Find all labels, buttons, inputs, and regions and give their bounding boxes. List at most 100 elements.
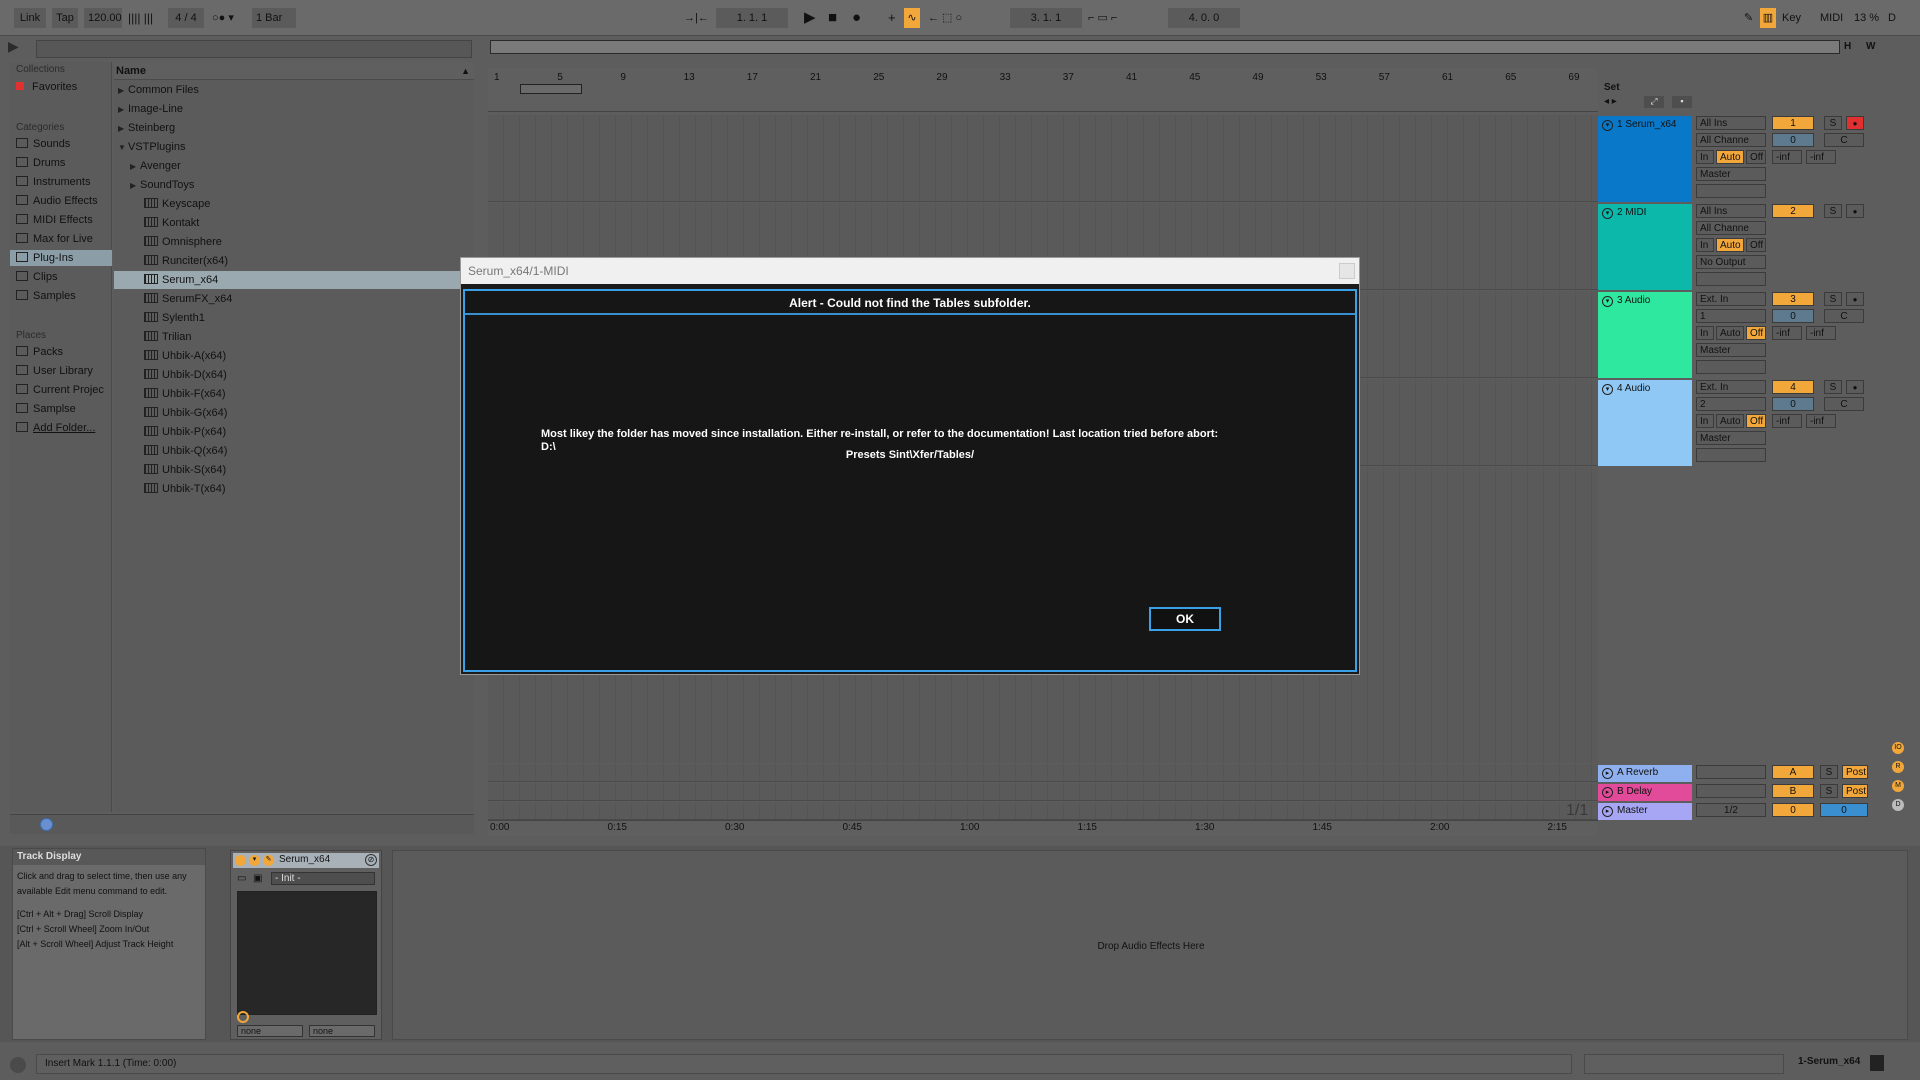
- return-activator[interactable]: B: [1772, 784, 1814, 798]
- plugin-expand-icon[interactable]: [237, 1011, 249, 1023]
- plugin-row[interactable]: Sylenth1: [114, 309, 474, 327]
- sidebar-item-plugins[interactable]: Plug-Ins: [10, 250, 112, 266]
- sidebar-item-max-for-live[interactable]: Max for Live: [16, 231, 118, 247]
- monitor-in-button[interactable]: In: [1696, 326, 1714, 340]
- track-activator[interactable]: 2: [1772, 204, 1814, 218]
- loop-start-field[interactable]: 3. 1. 1: [1010, 8, 1082, 28]
- link-button[interactable]: Link: [14, 8, 46, 28]
- device-drop-area[interactable]: Drop Audio Effects Here: [392, 850, 1908, 1040]
- send-select[interactable]: [1696, 784, 1766, 798]
- track-fold-icon[interactable]: ▾: [1602, 296, 1613, 307]
- return-track-header[interactable]: ▸ B Delay: [1598, 784, 1692, 801]
- beat-ruler[interactable]: [488, 68, 1598, 112]
- solo-button[interactable]: S: [1820, 784, 1838, 798]
- track-lane[interactable]: [488, 115, 1598, 202]
- output-select[interactable]: Master: [1696, 167, 1766, 181]
- param-selector[interactable]: none: [237, 1025, 303, 1037]
- input-channel-select[interactable]: All Channe: [1696, 221, 1766, 235]
- w-button[interactable]: W: [1866, 38, 1882, 56]
- loop-brace[interactable]: [520, 84, 582, 94]
- track-header[interactable]: ▾ 1 Serum_x64: [1598, 116, 1692, 202]
- stop-icon[interactable]: ■: [828, 8, 837, 28]
- input-type-select[interactable]: All Ins: [1696, 204, 1766, 218]
- output-select[interactable]: No Output: [1696, 255, 1766, 269]
- track-name[interactable]: 3 Audio: [1617, 295, 1650, 306]
- track-header[interactable]: ▾ 4 Audio: [1598, 380, 1692, 466]
- monitor-off-button[interactable]: Off: [1746, 326, 1766, 340]
- plugin-row[interactable]: Omnisphere: [114, 233, 474, 251]
- save-icon[interactable]: ▣: [253, 873, 262, 884]
- return-lane[interactable]: [488, 783, 1598, 801]
- plugin-row[interactable]: Uhbik-G(x64): [114, 404, 474, 422]
- sidebar-item-audio-effects[interactable]: Audio Effects: [16, 193, 118, 209]
- track-activator[interactable]: 4: [1772, 380, 1814, 394]
- plugin-row[interactable]: SerumFX_x64: [114, 290, 474, 308]
- solo-button[interactable]: S: [1824, 380, 1842, 394]
- overdub-icon[interactable]: +: [888, 8, 896, 28]
- sidebar-item-favorites[interactable]: Favorites: [16, 79, 118, 95]
- master-activator[interactable]: 0: [1772, 803, 1814, 817]
- monitor-auto-button[interactable]: Auto: [1716, 414, 1744, 428]
- arm-button[interactable]: ●: [1846, 116, 1864, 130]
- r-toggle-icon[interactable]: R: [1892, 761, 1904, 773]
- track-activator[interactable]: 1: [1772, 116, 1814, 130]
- browser-toggle-icon[interactable]: ▶: [8, 36, 34, 56]
- track-name[interactable]: 2 MIDI: [1617, 207, 1646, 218]
- arm-button[interactable]: ●: [1846, 380, 1864, 394]
- folder-row[interactable]: ▶ Avenger: [114, 157, 474, 175]
- meter-left[interactable]: -inf: [1772, 150, 1802, 164]
- meter-right[interactable]: -inf: [1806, 326, 1836, 340]
- tap-button[interactable]: Tap: [52, 8, 78, 28]
- solo-button[interactable]: S: [1820, 765, 1838, 779]
- folder-row[interactable]: ▶ Steinberg: [114, 119, 474, 137]
- sidebar-item-instruments[interactable]: Instruments: [16, 174, 118, 190]
- preset-selector[interactable]: - Init -: [271, 872, 375, 885]
- sidebar-item-midi-effects[interactable]: MIDI Effects: [16, 212, 118, 228]
- monitor-off-button[interactable]: Off: [1746, 150, 1766, 164]
- sidebar-item-sounds[interactable]: Sounds: [16, 136, 118, 152]
- position-field[interactable]: 1. 1. 1: [716, 8, 788, 28]
- monitor-in-button[interactable]: In: [1696, 150, 1714, 164]
- output-channel-select[interactable]: [1696, 184, 1766, 198]
- track-name[interactable]: 4 Audio: [1617, 383, 1650, 394]
- sidebar-item-current-project[interactable]: Current Projec: [16, 382, 118, 398]
- pan-field[interactable]: C: [1824, 397, 1864, 411]
- pan-field[interactable]: C: [1824, 309, 1864, 323]
- track-fold-icon[interactable]: ▾: [1602, 120, 1613, 131]
- punch-in-icon[interactable]: ⌐ ▭ ⌐: [1088, 8, 1117, 28]
- arm-button[interactable]: ●: [1846, 204, 1864, 218]
- volume-field[interactable]: 0: [1772, 309, 1814, 323]
- track-header[interactable]: ▾ 2 MIDI: [1598, 204, 1692, 290]
- post-button[interactable]: Post: [1842, 784, 1868, 798]
- plugin-row[interactable]: Kontakt: [114, 214, 474, 232]
- track-fold-icon[interactable]: ▾: [1602, 384, 1613, 395]
- output-channel-select[interactable]: [1696, 448, 1766, 462]
- folder-row[interactable]: ▶ Common Files: [114, 81, 474, 99]
- meter-left[interactable]: -inf: [1772, 414, 1802, 428]
- input-channel-select[interactable]: 1: [1696, 309, 1766, 323]
- tempo-field[interactable]: 120.00: [84, 8, 122, 28]
- key-map-button[interactable]: Key: [1782, 8, 1801, 28]
- input-type-select[interactable]: All Ins: [1696, 116, 1766, 130]
- track-fold-icon[interactable]: ▾: [1602, 208, 1613, 219]
- dialog-titlebar[interactable]: Serum_x64/1-MIDI: [461, 258, 1359, 284]
- input-channel-select[interactable]: 2: [1696, 397, 1766, 411]
- monitor-off-button[interactable]: Off: [1746, 414, 1766, 428]
- solo-button[interactable]: S: [1824, 204, 1842, 218]
- computer-keyboard-icon[interactable]: ▥: [1760, 8, 1776, 28]
- lock-icon[interactable]: ▪: [1672, 96, 1692, 108]
- plugin-row[interactable]: Uhbik-T(x64): [114, 480, 474, 498]
- solo-button[interactable]: S: [1824, 116, 1842, 130]
- loop-length-field[interactable]: 4. 0. 0: [1168, 8, 1240, 28]
- folder-row[interactable]: ▼ VSTPlugins: [114, 138, 474, 156]
- add-folder-link[interactable]: Add Folder...: [16, 420, 118, 436]
- track-name[interactable]: 1 Serum_x64: [1617, 119, 1676, 130]
- plugin-row[interactable]: Keyscape: [114, 195, 474, 213]
- solo-button[interactable]: S: [1824, 292, 1842, 306]
- automation-arm-icon[interactable]: ∿: [904, 8, 920, 28]
- plugin-edit-area[interactable]: [237, 891, 377, 1015]
- quantize-select[interactable]: 1 Bar: [252, 8, 296, 28]
- plugin-row[interactable]: Uhbik-S(x64): [114, 461, 474, 479]
- track-activator[interactable]: 3: [1772, 292, 1814, 306]
- nav-arrows-icon[interactable]: ◂ ▸: [1604, 96, 1617, 107]
